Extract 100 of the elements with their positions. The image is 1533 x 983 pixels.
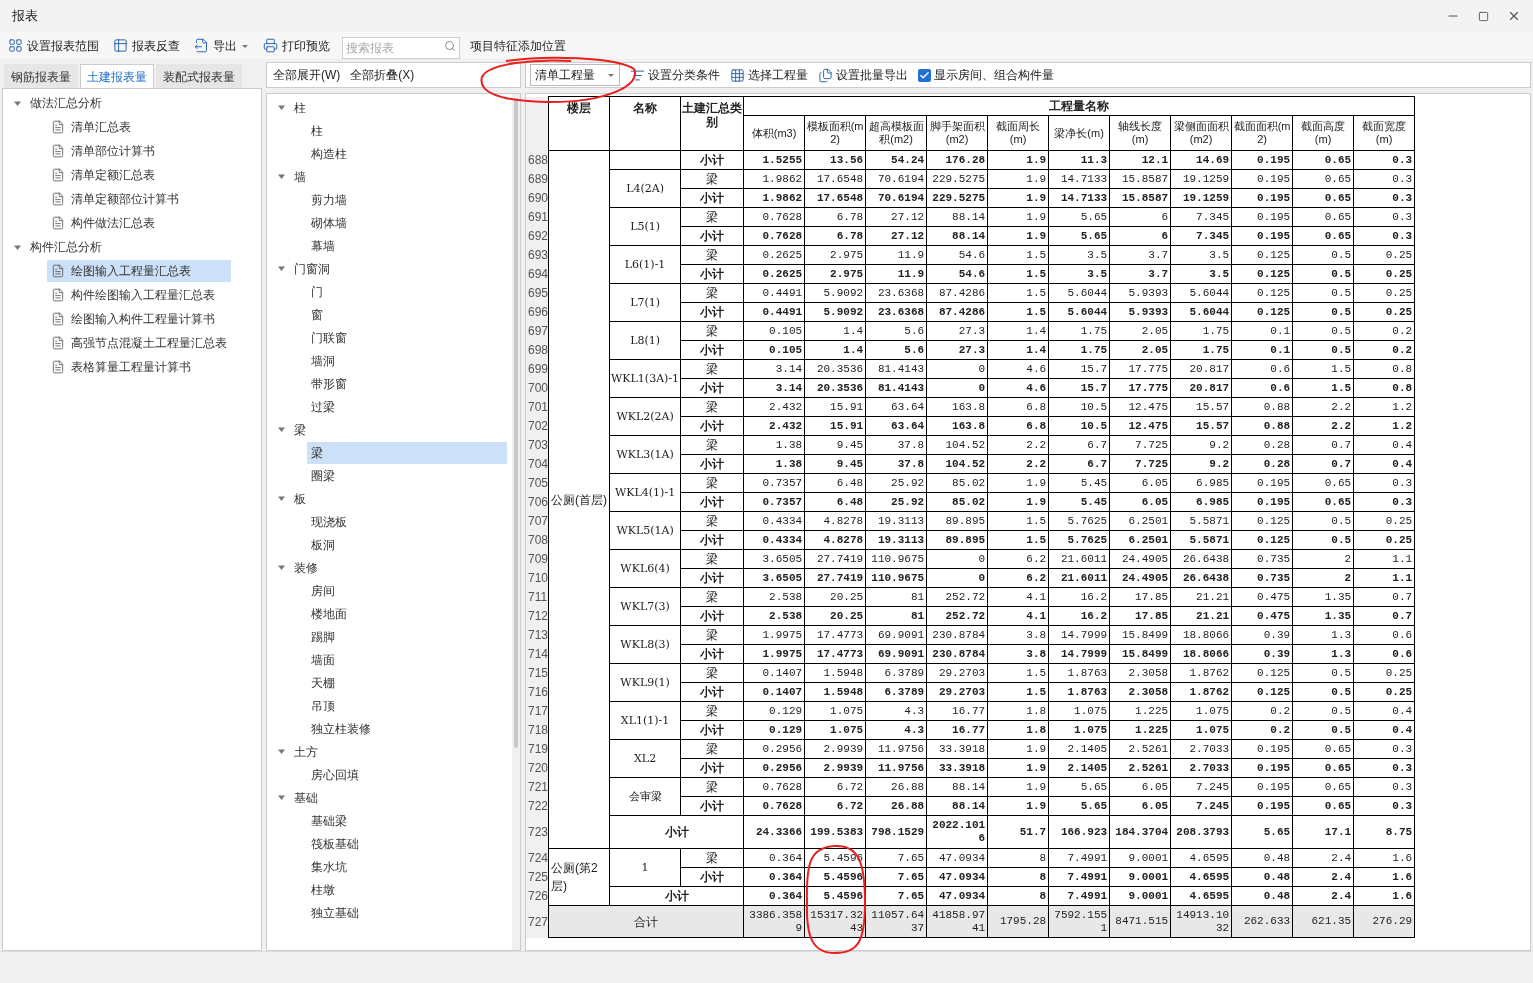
tree-item[interactable]: 砌体墙	[307, 211, 507, 234]
table-cell: 1.38	[743, 454, 805, 474]
table-cell: L8(1)	[609, 321, 681, 360]
document-icon	[51, 312, 65, 326]
collapse-caret-icon[interactable]	[277, 425, 286, 434]
tree-item[interactable]: 高强节点混凝土工程量汇总表	[47, 332, 233, 354]
table-cell: 0.7628	[743, 207, 805, 227]
tree-item[interactable]: 过梁	[307, 395, 507, 418]
toolbar-label[interactable]: 项目特征添加位置	[470, 36, 566, 55]
tree-item[interactable]: 窗	[307, 303, 507, 326]
table-cell: 3.8	[987, 625, 1049, 645]
tree-item[interactable]: 门	[307, 280, 507, 303]
tree-item[interactable]: 构造柱	[307, 142, 507, 165]
tree-item[interactable]: 清单汇总表	[47, 116, 137, 138]
tree-item[interactable]: 基础梁	[307, 809, 507, 832]
collapse-caret-icon[interactable]	[277, 563, 286, 572]
tree-group-label[interactable]: 墙	[294, 167, 306, 186]
table-cell: 15.8587	[1109, 188, 1171, 208]
report-tab[interactable]: 装配式报表量	[156, 64, 242, 88]
tree-item[interactable]: 板洞	[307, 533, 507, 556]
tree-group-label[interactable]: 土方	[294, 742, 318, 761]
tree-item[interactable]: 清单定额部位计算书	[47, 188, 185, 210]
tree-item[interactable]: 墙面	[307, 648, 507, 671]
table-cell: 47.0934	[926, 848, 988, 868]
toolbar-button[interactable]: 设置报表范围	[6, 34, 101, 57]
toolbar-button[interactable]: 设置分类条件	[630, 66, 720, 84]
report-tab[interactable]: 钢筋报表量	[4, 64, 78, 88]
tree-item[interactable]: 天棚	[307, 671, 507, 694]
tree-item[interactable]: 吊顶	[307, 694, 507, 717]
maximize-icon[interactable]	[1478, 10, 1489, 22]
table-cell: 24.4905	[1109, 549, 1171, 569]
tree-item[interactable]: 独立柱装修	[307, 717, 507, 740]
table-cell: 0.3	[1353, 188, 1415, 208]
table-cell: 0.7628	[743, 226, 805, 246]
tree-item[interactable]: 门联窗	[307, 326, 507, 349]
toolbar-button[interactable]: 报表反查	[111, 34, 182, 57]
tree-item[interactable]: 构件做法汇总表	[47, 212, 161, 234]
table-cell: 1.35	[1292, 587, 1354, 607]
tree-item[interactable]: 筏板基础	[307, 832, 507, 855]
tree-item[interactable]: 构件绘图输入工程量汇总表	[47, 284, 221, 306]
tree-group-label[interactable]: 基础	[294, 788, 318, 807]
table-cell: 1.8763	[1048, 663, 1110, 683]
collapse-caret-icon[interactable]	[277, 103, 286, 112]
tree-item[interactable]: 房间	[307, 579, 507, 602]
tree-group-label[interactable]: 板	[294, 489, 306, 508]
tree-item[interactable]: 房心回填	[307, 763, 507, 786]
toolbar-button[interactable]: 打印预览	[261, 34, 332, 57]
scrollbar-thumb[interactable]	[514, 98, 518, 748]
tree-item[interactable]: 清单部位计算书	[47, 140, 161, 162]
checkbox-label[interactable]: 显示房间、组合构件量	[934, 66, 1054, 84]
tree-item[interactable]: 剪力墙	[307, 188, 507, 211]
toolbar-icon	[630, 67, 645, 83]
document-icon	[51, 192, 65, 206]
report-tab[interactable]: 土建报表量	[80, 64, 154, 88]
collapse-caret-icon[interactable]	[277, 264, 286, 273]
collapse-caret-icon[interactable]	[277, 793, 286, 802]
search-icon[interactable]	[444, 39, 456, 52]
tree-group-label[interactable]: 柱	[294, 98, 306, 117]
tree-item[interactable]: 梁	[307, 441, 507, 464]
tree-item[interactable]: 清单定额汇总表	[47, 164, 161, 186]
collapse-caret-icon[interactable]	[277, 494, 286, 503]
toolbar-button[interactable]: 设置批量导出	[818, 66, 908, 84]
tree-toolbar-button[interactable]: 全部折叠(X)	[350, 66, 415, 84]
tree-item[interactable]: 集水坑	[307, 855, 507, 878]
tree-item[interactable]: 踢脚	[307, 625, 507, 648]
checkbox[interactable]	[918, 68, 931, 82]
tree-item[interactable]: 柱墩	[307, 878, 507, 901]
table-cell: 0.65	[1292, 169, 1354, 189]
table-cell: 26.6438	[1170, 549, 1232, 569]
tree-group-label[interactable]: 构件汇总分析	[30, 238, 102, 256]
collapse-caret-icon[interactable]	[277, 172, 286, 181]
tree-item[interactable]: 绘图输入工程量汇总表	[47, 260, 231, 282]
table-cell: 1.5	[987, 530, 1049, 550]
tree-item[interactable]: 带形窗	[307, 372, 507, 395]
toolbar-button[interactable]: 导出	[192, 34, 251, 57]
tree-item[interactable]: 独立基础	[307, 901, 507, 924]
collapse-caret-icon[interactable]	[277, 747, 286, 756]
table-cell: 14.7133	[1048, 169, 1110, 189]
search-field[interactable]: 搜索报表	[342, 36, 460, 59]
tree-item[interactable]: 绘图输入构件工程量计算书	[47, 308, 221, 330]
tree-item[interactable]: 墙洞	[307, 349, 507, 372]
quantity-dropdown[interactable]: 清单工程量	[530, 64, 620, 86]
close-icon[interactable]	[1507, 9, 1521, 23]
tree-item[interactable]: 现浇板	[307, 510, 507, 533]
table-cell: 2.9939	[804, 758, 866, 778]
tree-item[interactable]: 幕墙	[307, 234, 507, 257]
tree-toolbar-button[interactable]: 全部展开(W)	[273, 66, 341, 84]
tree-group-label[interactable]: 装修	[294, 558, 318, 577]
table-cell: 小计	[680, 867, 744, 887]
tree-item[interactable]: 楼地面	[307, 602, 507, 625]
tree-item[interactable]: 圈梁	[307, 464, 507, 487]
tree-group-label[interactable]: 梁	[294, 420, 306, 439]
table-cell: 0.6	[1353, 644, 1415, 664]
tree-item[interactable]: 柱	[307, 119, 507, 142]
table-cell: 8	[987, 886, 1049, 906]
toolbar-button[interactable]: 选择工程量	[730, 66, 808, 84]
toolbar-icon	[194, 38, 209, 53]
tree-group-label[interactable]: 做法汇总分析	[30, 94, 102, 112]
tree-group-label[interactable]: 门窗洞	[294, 259, 330, 278]
tree-item[interactable]: 表格算量工程量计算书	[47, 356, 197, 378]
